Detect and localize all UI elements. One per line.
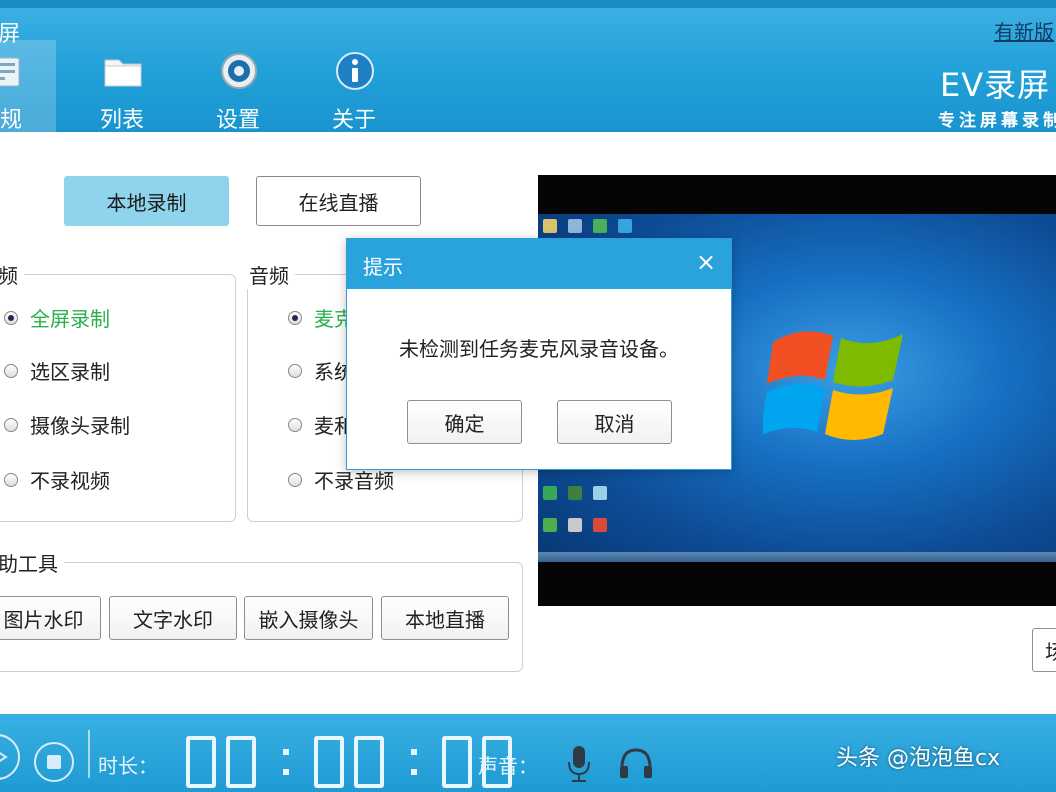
tools-group-legend: 助工具 xyxy=(0,548,64,577)
timer-digit xyxy=(442,736,472,788)
local-record-button[interactable]: 本地录制 xyxy=(64,176,229,226)
radio-region[interactable]: 选区录制 xyxy=(4,356,110,385)
radio-no-video[interactable]: 不录视频 xyxy=(4,465,110,494)
timer-digit xyxy=(354,736,384,788)
radio-dot[interactable] xyxy=(288,417,302,432)
radio-dot[interactable] xyxy=(288,472,302,487)
timer-colon xyxy=(394,736,434,788)
timer-colon xyxy=(266,736,306,788)
desktop-taskbar xyxy=(538,552,1056,562)
radio-dot[interactable] xyxy=(4,472,18,487)
headphones-icon[interactable] xyxy=(618,746,654,780)
radio-fullscreen[interactable]: 全屏录制 xyxy=(4,303,110,332)
timer-digit xyxy=(226,736,256,788)
tab-list[interactable]: 列表 xyxy=(66,40,178,132)
radio-label: 选区录制 xyxy=(30,360,110,384)
radio-mic-and-system[interactable]: 麦和 xyxy=(288,410,354,439)
desktop-shortcut-icon xyxy=(568,518,582,532)
duration-timer xyxy=(186,736,520,788)
folder-icon xyxy=(104,59,142,87)
info-icon xyxy=(336,52,374,90)
dialog-title: 提示 xyxy=(363,255,403,279)
play-button[interactable] xyxy=(0,734,20,780)
online-live-button[interactable]: 在线直播 xyxy=(256,176,421,226)
radio-label: 不录视频 xyxy=(30,469,110,493)
stop-button[interactable] xyxy=(34,742,74,782)
desktop-shortcut-icon xyxy=(593,518,607,532)
close-icon[interactable]: × xyxy=(693,249,719,275)
gear-icon xyxy=(221,53,257,89)
embed-camera-button[interactable]: 嵌入摄像头 xyxy=(244,596,373,640)
stop-icon xyxy=(47,755,61,769)
play-icon xyxy=(0,751,8,763)
radio-dot[interactable] xyxy=(4,310,18,325)
windows-logo-icon xyxy=(763,331,903,440)
dialog-titlebar: 提示 × xyxy=(347,239,731,289)
radio-label: 全屏录制 xyxy=(30,307,110,331)
radio-dot[interactable] xyxy=(4,363,18,378)
tab-label: 列表 xyxy=(99,108,144,132)
desktop-shortcut-icon xyxy=(593,219,607,233)
new-version-link[interactable]: 有新版 xyxy=(994,16,1054,45)
timer-digit xyxy=(186,736,216,788)
tab-label: 关于 xyxy=(331,108,376,132)
desktop-shortcut-icon xyxy=(568,219,582,233)
radio-label: 摄像头录制 xyxy=(30,414,130,438)
header-top-strip xyxy=(0,0,1056,8)
brand-logo-text: EV录屏 xyxy=(940,66,1051,104)
tab-label: 设置 xyxy=(215,108,260,132)
desktop-shortcut-icon xyxy=(543,518,557,532)
radio-dot[interactable] xyxy=(4,417,18,432)
timer-digit xyxy=(314,736,344,788)
desktop-shortcut-icon xyxy=(543,219,557,233)
desktop-shortcut-icon xyxy=(568,486,582,500)
desktop-shortcut-icon xyxy=(618,219,632,233)
alert-dialog: 提示 × 未检测到任务麦克风录音设备。 确定 取消 xyxy=(346,238,732,470)
confirm-button[interactable]: 确定 xyxy=(407,400,522,444)
video-group-legend: 频 xyxy=(0,260,24,289)
microphone-icon[interactable] xyxy=(566,744,592,784)
local-live-button[interactable]: 本地直播 xyxy=(381,596,509,640)
tab-about[interactable]: 关于 xyxy=(298,40,410,132)
scene-button[interactable]: 场 xyxy=(1032,628,1056,672)
radio-camera[interactable]: 摄像头录制 xyxy=(4,410,130,439)
brand-slogan: 专注屏幕录制 xyxy=(938,111,1056,131)
duration-label: 时长： xyxy=(98,754,158,778)
sound-label: 声音： xyxy=(478,754,538,778)
radio-microphone[interactable]: 麦克 xyxy=(288,303,354,332)
control-divider xyxy=(88,730,90,778)
text-watermark-button[interactable]: 文字水印 xyxy=(109,596,237,640)
desktop-shortcut-icon xyxy=(543,486,557,500)
desktop-shortcut-icon xyxy=(593,486,607,500)
general-icon xyxy=(0,57,20,87)
watermark-text: 头条 @泡泡鱼cx xyxy=(836,746,1001,771)
radio-dot[interactable] xyxy=(288,310,302,325)
tab-general[interactable]: 常规 xyxy=(0,40,56,132)
tab-settings[interactable]: 设置 xyxy=(182,40,294,132)
app-header: 屏 有新版 常规 列表 设置 关于 xyxy=(0,0,1056,132)
radio-dot[interactable] xyxy=(288,363,302,378)
cancel-button[interactable]: 取消 xyxy=(557,400,672,444)
audio-group-legend: 音频 xyxy=(243,260,295,289)
image-watermark-button[interactable]: 图片水印 xyxy=(0,596,101,640)
dialog-message: 未检测到任务麦克风录音设备。 xyxy=(399,337,679,361)
tab-label: 常规 xyxy=(0,108,22,132)
radio-system-audio[interactable]: 系统 xyxy=(288,356,354,385)
